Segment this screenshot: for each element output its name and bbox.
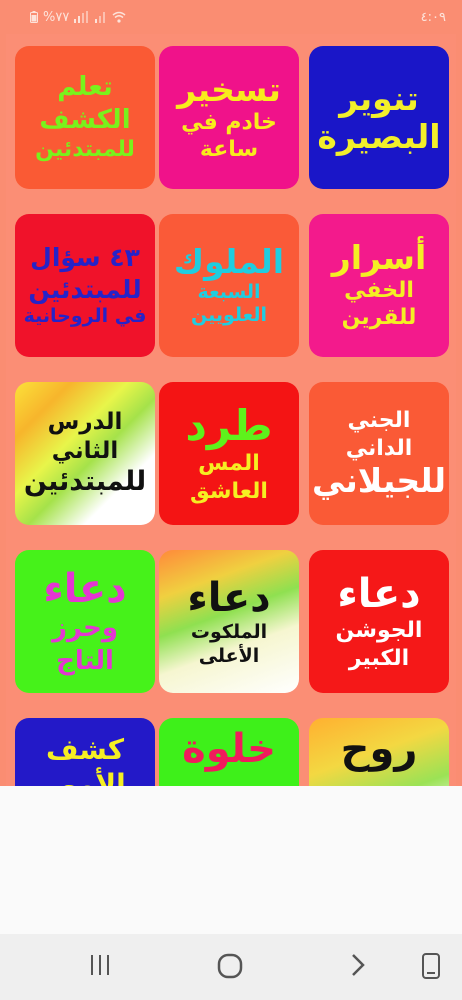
signal-icon [74, 11, 89, 23]
signal-icon-2 [95, 12, 106, 23]
battery-percent: %٧٧ [43, 9, 70, 25]
battery-icon [30, 11, 38, 23]
navigation-bar [0, 934, 462, 1000]
back-button[interactable] [346, 953, 370, 977]
content-grid: تنوير البصيرة تسخير خادم في ساعة تعلم ال… [6, 34, 456, 786]
blank-panel [0, 786, 462, 934]
home-button[interactable] [217, 953, 243, 979]
rotate-screen-button[interactable] [420, 953, 442, 979]
recent-apps-button[interactable] [88, 953, 112, 977]
tile-tanweer-albasira[interactable]: تنوير البصيرة [309, 46, 449, 189]
tile-almolook[interactable]: الملوك السبعة العلويين [159, 214, 299, 357]
status-bar: %٧٧ ٤:٠٩ [0, 0, 462, 34]
clock: ٤:٠٩ [420, 9, 446, 25]
home-icon [217, 953, 243, 979]
tile-dua-hirz-altaj[interactable]: دعاء وحرز التاج [15, 550, 155, 693]
tile-dua-almalakoot[interactable]: دعاء الملكوت الأعلى [159, 550, 299, 693]
tile-taallum-alkashf[interactable]: تعلم الكشف للمبتدئين [15, 46, 155, 189]
tile-dua-aljawshan[interactable]: دعاء الجوشن الكبير [309, 550, 449, 693]
tile-kashf-alomoor[interactable]: كشف الأمور [15, 718, 155, 786]
tile-aldars-althani[interactable]: الدرس الثاني للمبتدئين [15, 382, 155, 525]
tile-taskheer-khadim[interactable]: تسخير خادم في ساعة [159, 46, 299, 189]
phone-icon [422, 953, 440, 979]
tile-aljinni-aldani[interactable]: الجني الداني للجيلاني [309, 382, 449, 525]
tile-tard-almas[interactable]: طرد المس العاشق [159, 382, 299, 525]
recent-apps-icon [91, 955, 109, 975]
chevron-right-icon [352, 954, 365, 976]
tile-asrar-alkhafi[interactable]: أسرار الخفي للقرين [309, 214, 449, 357]
status-left: %٧٧ [30, 10, 126, 25]
tile-43-questions[interactable]: ٤٣ سؤال للمبتدئين في الروحانية [15, 214, 155, 357]
wifi-icon [112, 11, 126, 23]
tile-rooh[interactable]: روح [309, 718, 449, 786]
tile-khalwa[interactable]: خلوة [159, 718, 299, 786]
